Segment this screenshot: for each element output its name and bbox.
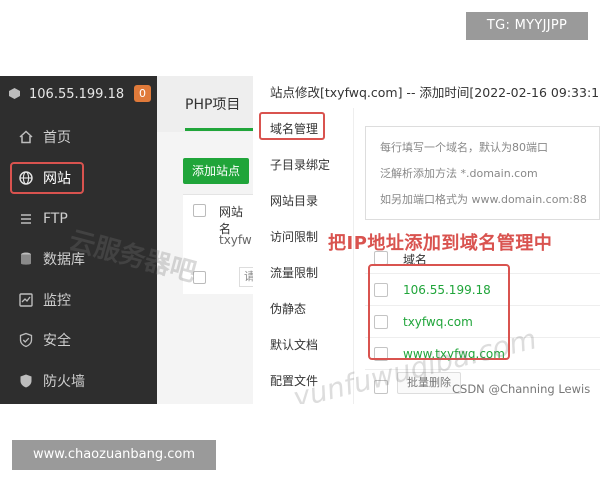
menu-item-subdir[interactable]: 子目录绑定: [270, 156, 330, 173]
annotation-text: 把IP地址添加到域名管理中: [328, 233, 553, 254]
highlight-site-box: [10, 162, 84, 194]
database-icon: [18, 251, 34, 267]
server-ip: 106.55.199.18: [29, 86, 125, 102]
dialog-sidebar: 域名管理 子目录绑定 网站目录 访问限制 流量限制 伪静态 默认文档 配置文件: [253, 108, 353, 404]
notification-badge[interactable]: 0: [134, 85, 151, 102]
sidebar-item-label: 监控: [43, 293, 71, 309]
tg-tag: TG: MYYJJPP: [466, 12, 588, 40]
highlight-domain-menu-box: [259, 112, 325, 140]
sidebar-item-firewall[interactable]: 防火墙: [0, 364, 157, 398]
sidebar-item-label: 安全: [43, 333, 71, 349]
menu-item-rewrite[interactable]: 伪静态: [270, 300, 306, 317]
sidebar-item-home[interactable]: 首页: [0, 120, 157, 154]
stage: TG: MYYJJPP 106.55.199.18 0 首页 网站 FTP 数据…: [0, 0, 600, 480]
menu-item-site-dir[interactable]: 网站目录: [270, 192, 318, 209]
textarea-hint-1: 每行填写一个域名，默认为80端口: [380, 141, 548, 154]
url-tag: www.chaozuanbang.com: [12, 440, 216, 470]
tab-bar: PHP项目: [157, 76, 253, 132]
sidebar-item-label: 防火墙: [43, 374, 85, 390]
server-icon: [8, 87, 22, 101]
shield-check-icon: [18, 332, 34, 348]
sidebar-item-monitor[interactable]: 监控: [0, 283, 157, 317]
sidebar-item-label: FTP: [43, 211, 68, 227]
add-site-button[interactable]: 添加站点: [183, 158, 249, 184]
site-list-panel: PHP项目 添加站点 网站名 txyfw 请选择: [157, 76, 279, 404]
textarea-hint-2: 泛解析添加方法 *.domain.com: [380, 167, 538, 180]
firewall-icon: [18, 373, 34, 389]
csdn-credit: CSDN @Channing Lewis: [452, 382, 591, 396]
monitor-icon: [18, 292, 34, 308]
sidebar-item-label: 首页: [43, 130, 71, 146]
domain-textarea[interactable]: 每行填写一个域名，默认为80端口 泛解析添加方法 *.domain.com 如另…: [365, 126, 600, 220]
home-icon: [18, 129, 34, 145]
menu-item-traffic[interactable]: 流量限制: [270, 264, 318, 281]
divider: [353, 108, 354, 404]
select-all-checkbox[interactable]: [193, 204, 206, 217]
ftp-icon: [18, 211, 34, 227]
site-name-cell[interactable]: txyfw: [219, 233, 252, 247]
sidebar-item-security[interactable]: 安全: [0, 323, 157, 357]
tab-underline: [185, 128, 253, 131]
dialog-title: 站点修改[txyfwq.com] -- 添加时间[2022-02-16 09:3…: [270, 85, 600, 100]
menu-item-default-doc[interactable]: 默认文档: [270, 336, 318, 353]
tab-php-project[interactable]: PHP项目: [185, 94, 240, 114]
column-header-site-name: 网站名: [219, 205, 244, 236]
textarea-hint-3: 如另加端口格式为 www.domain.com:88: [380, 193, 587, 206]
menu-item-access[interactable]: 访问限制: [270, 228, 318, 245]
panel-screenshot: 106.55.199.18 0 首页 网站 FTP 数据库 监控 安全 防火墙 …: [0, 76, 600, 404]
